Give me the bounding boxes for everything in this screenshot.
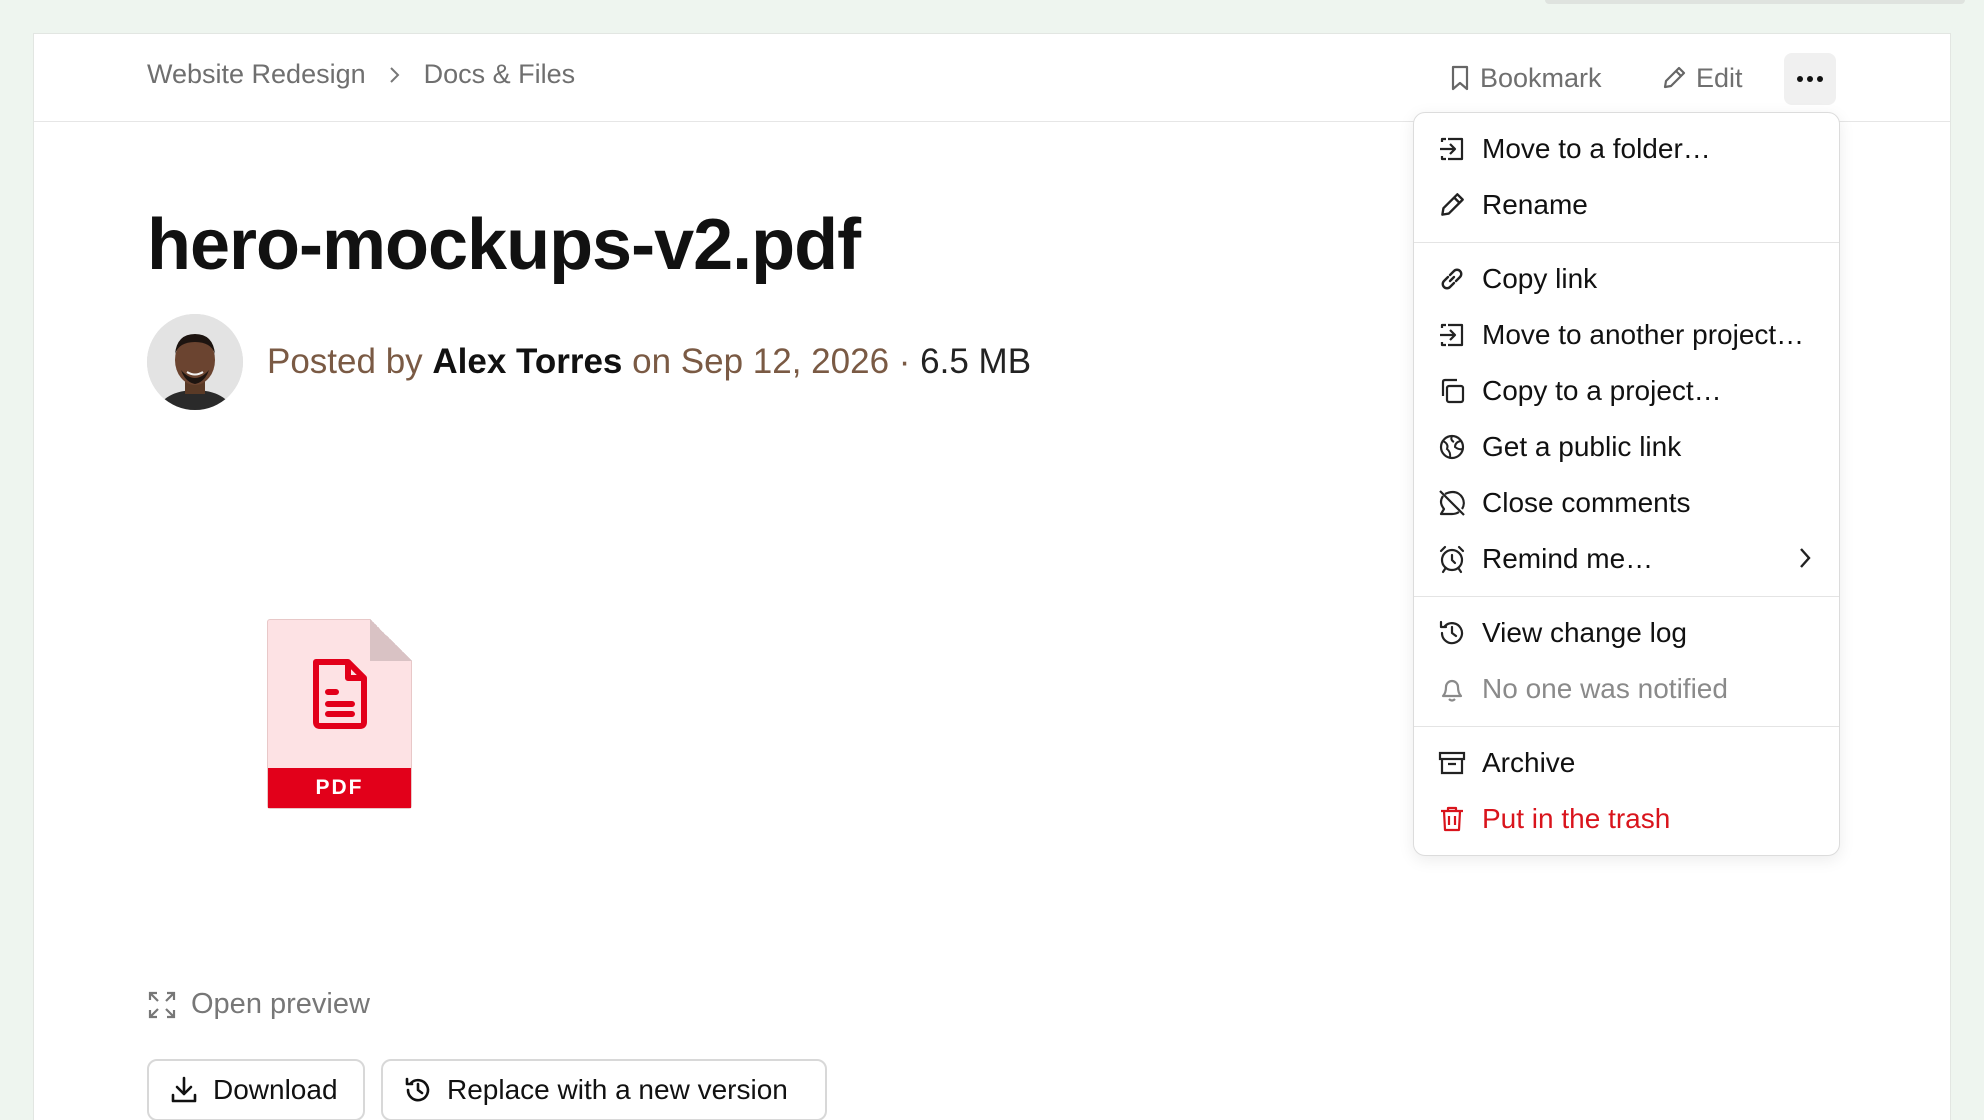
- menu-item-label: Rename: [1482, 189, 1588, 220]
- more-actions-menu: Move to a folder… Rename Copy link Move …: [1413, 112, 1840, 856]
- on-prefix: on: [632, 342, 672, 381]
- menu-item-trash[interactable]: Put in the trash: [1414, 793, 1839, 845]
- open-preview-label: Open preview: [191, 988, 370, 1020]
- breadcrumb: Website Redesign Docs & Files: [147, 59, 575, 90]
- menu-item-change-log[interactable]: View change log: [1414, 607, 1839, 659]
- menu-item-label: No one was notified: [1482, 673, 1728, 704]
- menu-item-rename[interactable]: Rename: [1414, 179, 1839, 231]
- author-name[interactable]: Alex Torres: [432, 342, 622, 381]
- menu-item-label: Put in the trash: [1482, 803, 1671, 834]
- move-in-icon: [1436, 319, 1468, 351]
- menu-item-move-to-project[interactable]: Move to another project…: [1414, 309, 1839, 361]
- menu-item-copy-to-project[interactable]: Copy to a project…: [1414, 365, 1839, 417]
- avatar[interactable]: [147, 314, 243, 410]
- menu-item-label: Close comments: [1482, 487, 1691, 518]
- page-fold: [370, 619, 412, 661]
- menu-item-copy-link[interactable]: Copy link: [1414, 253, 1839, 305]
- file-size: 6.5 MB: [920, 342, 1032, 381]
- menu-item-label: Remind me…: [1482, 543, 1654, 574]
- menu-divider: [1414, 726, 1839, 727]
- expand-icon: [148, 991, 176, 1018]
- menu-divider: [1414, 242, 1839, 243]
- open-preview-link[interactable]: Open preview: [147, 988, 370, 1021]
- edit-label: Edit: [1696, 62, 1743, 93]
- menu-item-notified-status: No one was notified: [1414, 663, 1839, 715]
- pdf-file-thumbnail[interactable]: PDF: [267, 619, 412, 809]
- bookmark-button[interactable]: Bookmark: [1448, 56, 1602, 100]
- more-actions-button[interactable]: [1784, 53, 1836, 105]
- menu-item-label: View change log: [1482, 617, 1687, 648]
- download-button[interactable]: Download: [147, 1059, 365, 1120]
- bookmark-icon: [1451, 65, 1469, 91]
- ellipsis-icon: [1797, 76, 1823, 82]
- menu-item-close-comments[interactable]: Close comments: [1414, 477, 1839, 529]
- bookmark-label: Bookmark: [1480, 62, 1602, 93]
- comment-off-icon: [1436, 487, 1468, 519]
- trash-icon: [1436, 803, 1468, 835]
- menu-item-archive[interactable]: Archive: [1414, 737, 1839, 789]
- move-in-icon: [1436, 133, 1468, 165]
- page-title: hero-mockups-v2.pdf: [147, 205, 861, 285]
- posted-by-line: Posted by Alex Torres on Sep 12, 2026 · …: [267, 342, 1031, 382]
- menu-item-remind-me[interactable]: Remind me…: [1414, 533, 1839, 585]
- document-icon: [313, 659, 367, 729]
- menu-item-label: Copy to a project…: [1482, 375, 1722, 406]
- globe-icon: [1436, 431, 1468, 463]
- replace-version-button[interactable]: Replace with a new version: [381, 1059, 827, 1120]
- posted-by-prefix: Posted by: [267, 342, 423, 381]
- download-icon: [171, 1076, 197, 1103]
- menu-item-label: Move to a folder…: [1482, 133, 1711, 164]
- menu-item-move-to-folder[interactable]: Move to a folder…: [1414, 123, 1839, 175]
- menu-item-label: Archive: [1482, 747, 1576, 778]
- pencil-icon: [1436, 189, 1468, 221]
- link-icon: [1436, 263, 1468, 295]
- chevron-right-icon: [388, 65, 402, 85]
- page-header: Website Redesign Docs & Files Bookmark E…: [34, 34, 1950, 122]
- archive-icon: [1436, 747, 1468, 779]
- file-meta: Posted by Alex Torres on Sep 12, 2026 · …: [147, 314, 1031, 410]
- breadcrumb-docs-files[interactable]: Docs & Files: [424, 59, 576, 90]
- chevron-right-icon: [1797, 545, 1813, 578]
- edit-button[interactable]: Edit: [1660, 56, 1743, 100]
- posted-date: Sep 12, 2026: [680, 342, 890, 381]
- pencil-icon: [1663, 66, 1686, 89]
- copy-icon: [1436, 375, 1468, 407]
- pdf-type-badge: PDF: [268, 768, 411, 808]
- menu-divider: [1414, 596, 1839, 597]
- menu-item-label: Copy link: [1482, 263, 1598, 294]
- breadcrumb-project[interactable]: Website Redesign: [147, 59, 366, 90]
- history-icon: [405, 1077, 430, 1102]
- download-label: Download: [213, 1074, 338, 1105]
- replace-label: Replace with a new version: [447, 1074, 788, 1105]
- bell-icon: [1436, 673, 1468, 705]
- menu-item-label: Move to another project…: [1482, 319, 1805, 350]
- meta-separator: ·: [898, 342, 911, 381]
- alarm-icon: [1436, 543, 1468, 575]
- menu-item-public-link[interactable]: Get a public link: [1414, 421, 1839, 473]
- menu-item-label: Get a public link: [1482, 431, 1682, 462]
- history-icon: [1436, 617, 1468, 649]
- window-edge: [1545, 0, 1965, 4]
